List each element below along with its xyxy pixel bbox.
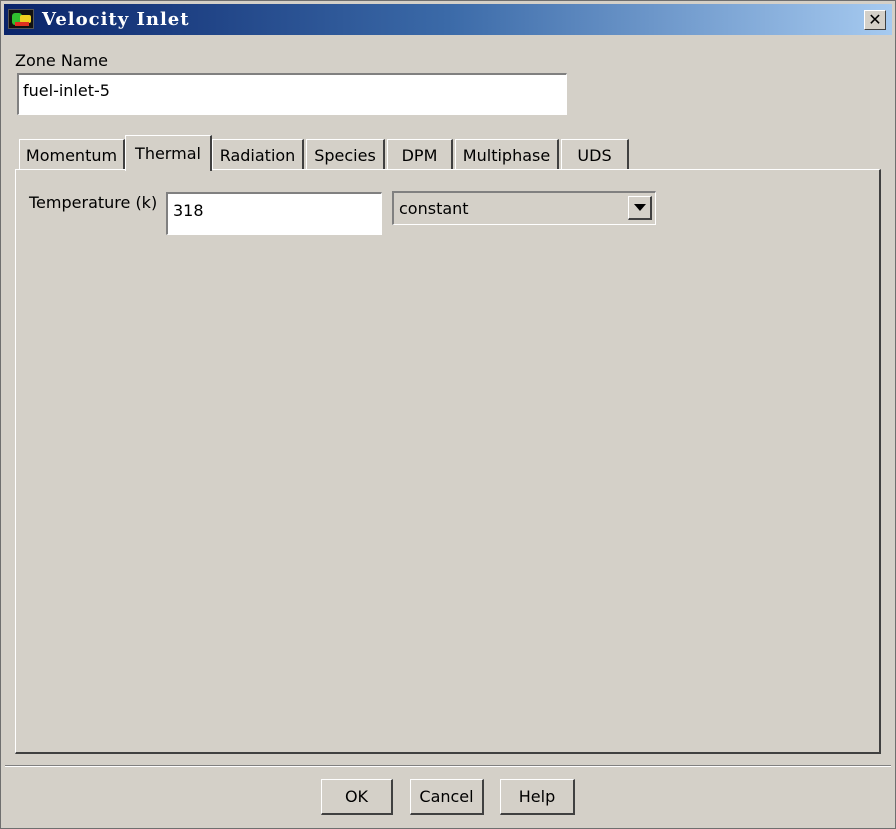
button-separator — [5, 765, 891, 767]
tab-momentum[interactable]: Momentum — [19, 139, 125, 171]
tab-uds[interactable]: UDS — [561, 139, 629, 171]
method-selected-value: constant — [399, 199, 469, 218]
cancel-button[interactable]: Cancel — [410, 779, 484, 815]
tab-dpm[interactable]: DPM — [387, 139, 453, 171]
velocity-inlet-dialog: Velocity Inlet ✕ Zone Name fuel-inlet-5 … — [0, 0, 896, 829]
help-button[interactable]: Help — [500, 779, 575, 815]
window-title: Velocity Inlet — [42, 9, 190, 30]
close-icon[interactable]: ✕ — [864, 10, 886, 30]
thermal-panel — [15, 169, 881, 754]
temperature-input[interactable]: 318 — [166, 192, 382, 235]
temperature-method-select[interactable]: constant — [392, 191, 656, 225]
tab-species[interactable]: Species — [306, 139, 385, 171]
tab-radiation[interactable]: Radiation — [212, 139, 304, 171]
tab-thermal[interactable]: Thermal — [125, 135, 212, 171]
dropdown-arrow-icon[interactable] — [628, 196, 652, 220]
temperature-label: Temperature (k) — [29, 193, 158, 212]
app-icon — [8, 9, 34, 29]
zone-name-input[interactable]: fuel-inlet-5 — [17, 73, 567, 115]
ok-button[interactable]: OK — [321, 779, 393, 815]
zone-name-label: Zone Name — [15, 51, 109, 70]
tab-multiphase[interactable]: Multiphase — [455, 139, 559, 171]
title-bar[interactable]: Velocity Inlet ✕ — [4, 4, 892, 35]
